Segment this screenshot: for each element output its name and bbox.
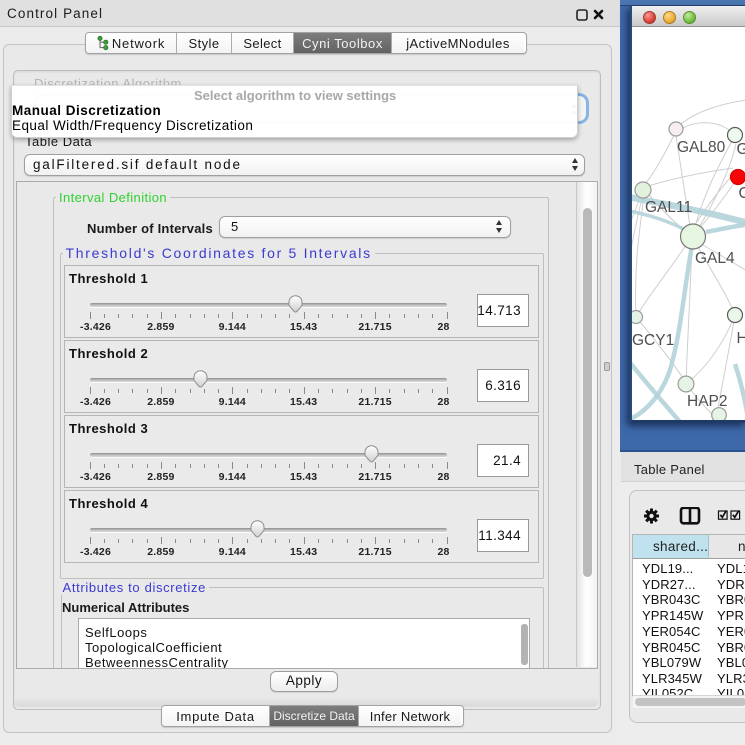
svg-text:GA: GA	[737, 141, 745, 158]
svg-text:GAL4: GAL4	[695, 250, 735, 267]
svg-text:CO: CO	[739, 185, 745, 202]
svg-text:HA: HA	[737, 330, 745, 347]
svg-text:GCY1: GCY1	[632, 332, 674, 349]
svg-text:GAL80: GAL80	[677, 139, 726, 156]
svg-text:HAP2: HAP2	[687, 393, 728, 410]
svg-text:GAL11: GAL11	[645, 199, 692, 216]
